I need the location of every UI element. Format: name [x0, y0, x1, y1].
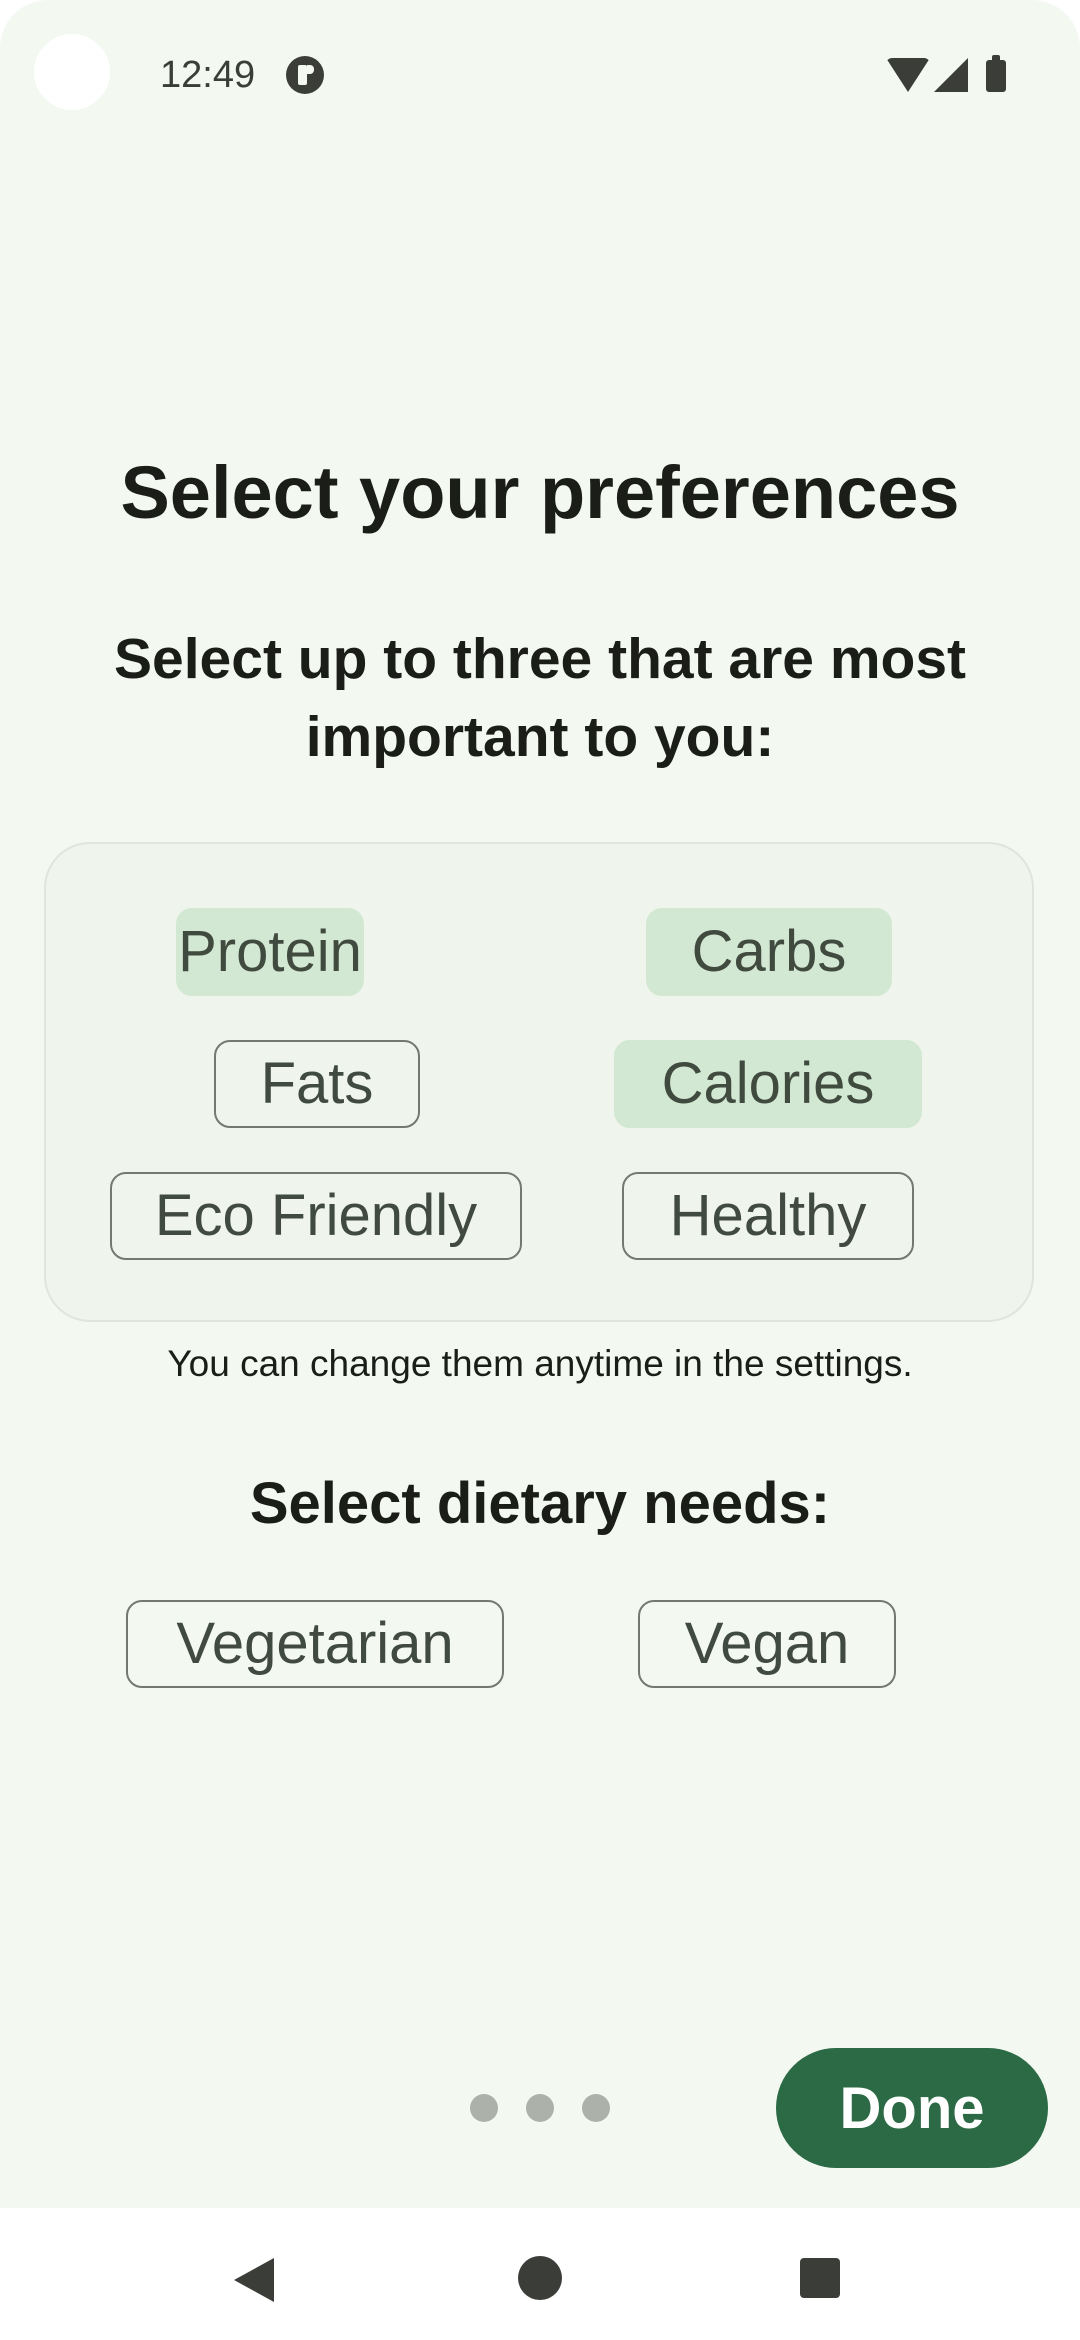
recents-icon[interactable]	[800, 2258, 840, 2298]
chip-eco-friendly[interactable]: Eco Friendly	[110, 1172, 522, 1260]
page-title: Select your preferences	[120, 451, 960, 534]
home-icon[interactable]	[518, 2256, 562, 2300]
page-dot-active	[582, 2094, 610, 2122]
chip-fats[interactable]: Fats	[214, 1040, 420, 1128]
page-dot	[526, 2094, 554, 2122]
system-nav-bar	[0, 2208, 1080, 2340]
chip-vegan[interactable]: Vegan	[638, 1600, 896, 1688]
done-button[interactable]: Done	[776, 2048, 1048, 2168]
signal-icon	[934, 58, 968, 92]
settings-hint: You can change them anytime in the setti…	[167, 1343, 913, 1384]
battery-icon	[986, 55, 1006, 92]
chip-protein[interactable]: Protein	[176, 908, 364, 996]
chip-vegetarian[interactable]: Vegetarian	[126, 1600, 504, 1688]
page-dot	[470, 2094, 498, 2122]
wifi-icon	[886, 58, 930, 92]
onboarding-screen: 12:49 Select your preferences Select up …	[0, 0, 1080, 2208]
preferences-card: Protein Carbs Fats Calories Eco Friendly…	[44, 842, 1034, 1322]
dietary-title: Select dietary needs:	[249, 1471, 831, 1536]
chip-healthy[interactable]: Healthy	[622, 1172, 914, 1260]
chip-calories[interactable]: Calories	[614, 1040, 922, 1128]
back-icon[interactable]	[234, 2258, 274, 2302]
camera-cutout	[34, 34, 110, 110]
status-time: 12:49	[160, 54, 256, 96]
preferences-subtitle: Select up to three that are most importa…	[113, 627, 967, 769]
chip-carbs[interactable]: Carbs	[646, 908, 892, 996]
app-notification-icon	[286, 56, 324, 94]
